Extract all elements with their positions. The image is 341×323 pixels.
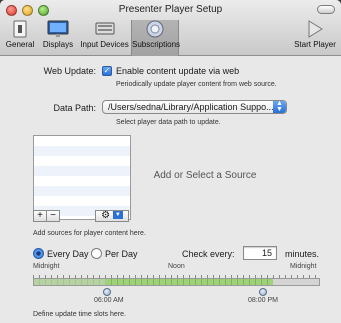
display-icon [47, 20, 69, 37]
toolbar-item-general[interactable]: General [2, 20, 38, 49]
start-time-label: 06:00 AM [94, 297, 124, 304]
active-time-slot [106, 279, 273, 285]
time-slot-track[interactable] [33, 278, 320, 286]
play-icon [308, 20, 323, 38]
toolbar-toggle-button[interactable] [317, 5, 335, 14]
titlebar: Presenter Player Setup General Displays [0, 0, 341, 56]
toolbar-item-displays[interactable]: Displays [39, 20, 77, 49]
end-time-label: 08:00 PM [248, 297, 278, 304]
toolbar-item-input-devices[interactable]: Input Devices [79, 20, 130, 49]
input-devices-icon [95, 22, 114, 35]
timeline-area: 06:00 AM 08:00 PM Define update time slo… [0, 57, 341, 323]
presenter-player-setup-window: Presenter Player Setup General Displays [0, 0, 341, 323]
general-icon [13, 20, 27, 38]
toolbar-item-start-player[interactable]: Start Player [292, 20, 338, 49]
subscriptions-icon [146, 20, 164, 38]
toolbar-label-input-devices: Input Devices [80, 40, 129, 49]
window-title: Presenter Player Setup [118, 4, 223, 15]
schedule-note: Define update time slots here. [33, 311, 126, 318]
toolbar-label-subscriptions: Subscriptions [132, 40, 181, 49]
toolbar-label-general: General [5, 40, 35, 49]
start-time-handle[interactable] [103, 288, 111, 296]
start-player-label: Start Player [294, 40, 336, 49]
toolbar-label-displays: Displays [42, 40, 74, 49]
toolbar-item-subscriptions[interactable]: Subscriptions [131, 20, 181, 56]
early-time-slot [34, 279, 106, 285]
end-time-handle[interactable] [259, 288, 267, 296]
